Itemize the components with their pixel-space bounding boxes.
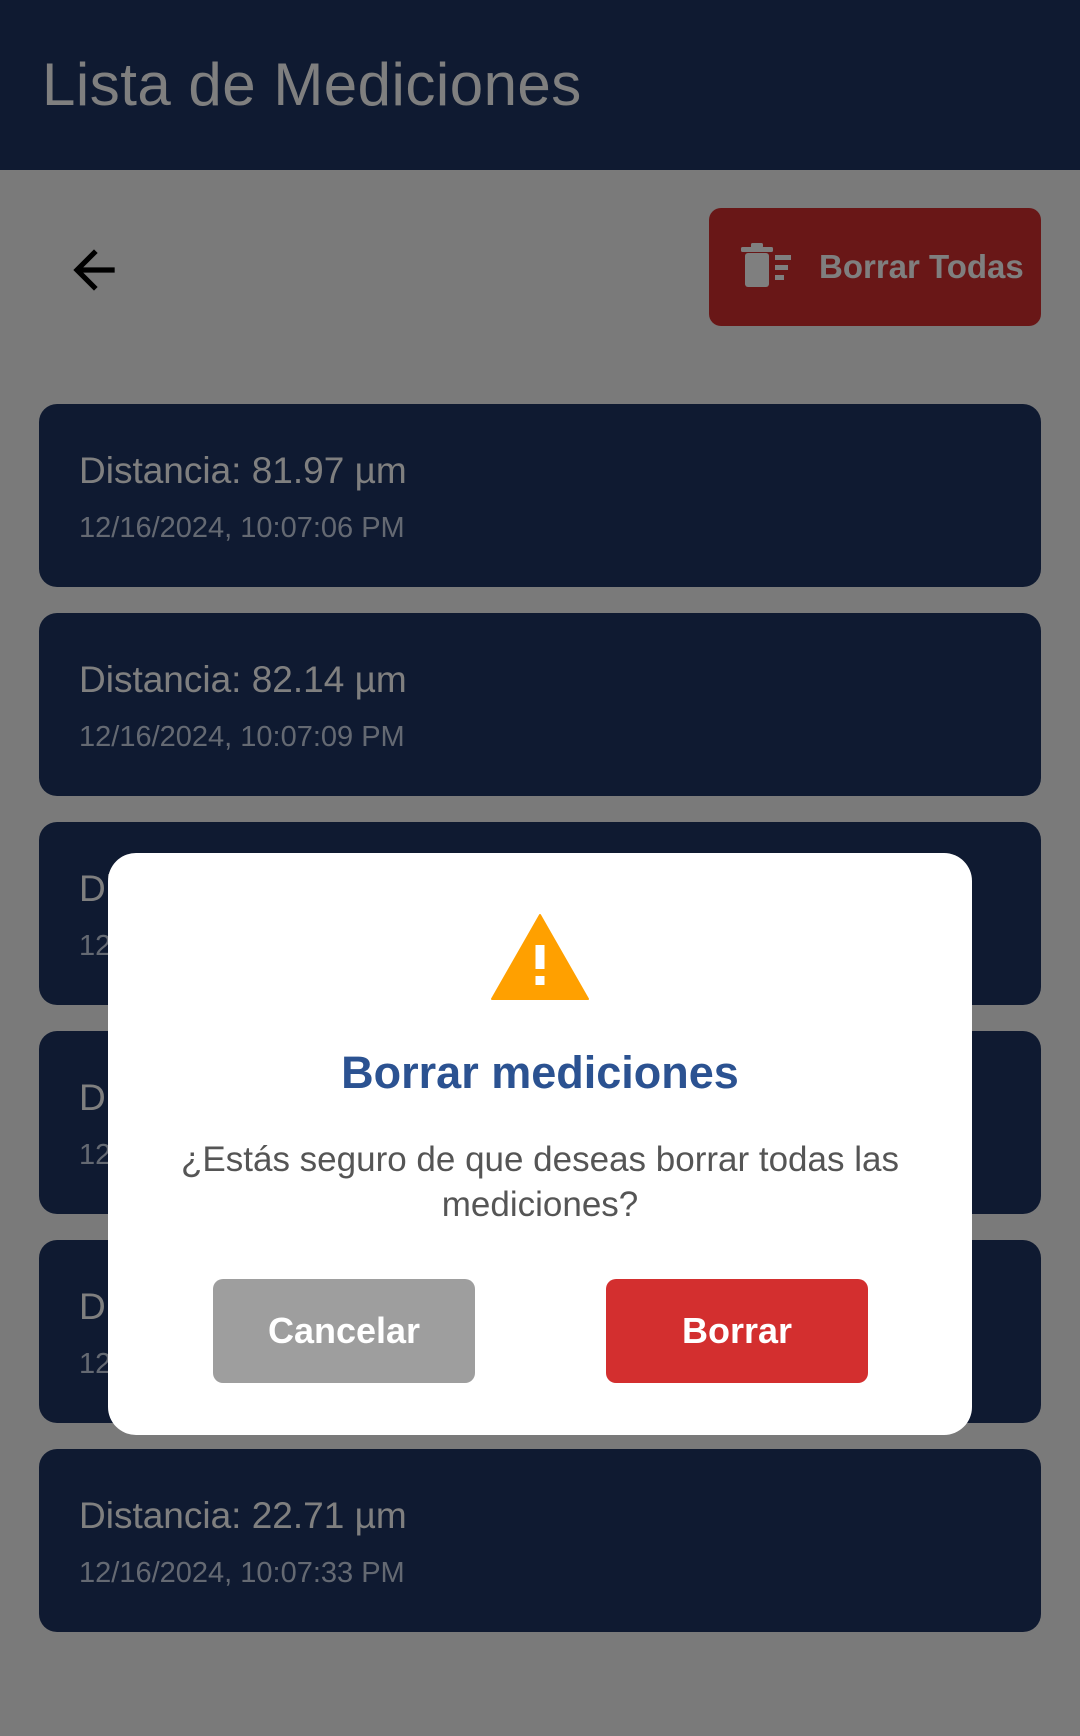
dialog-message: ¿Estás seguro de que deseas borrar todas…: [181, 1140, 899, 1224]
cancel-button[interactable]: Cancelar: [213, 1279, 475, 1383]
confirm-delete-button[interactable]: Borrar: [606, 1279, 868, 1383]
confirm-dialog: Borrar mediciones ¿Estás seguro de que d…: [108, 853, 972, 1435]
dialog-title: Borrar mediciones: [341, 1047, 739, 1098]
warning-icon: [491, 914, 589, 1000]
